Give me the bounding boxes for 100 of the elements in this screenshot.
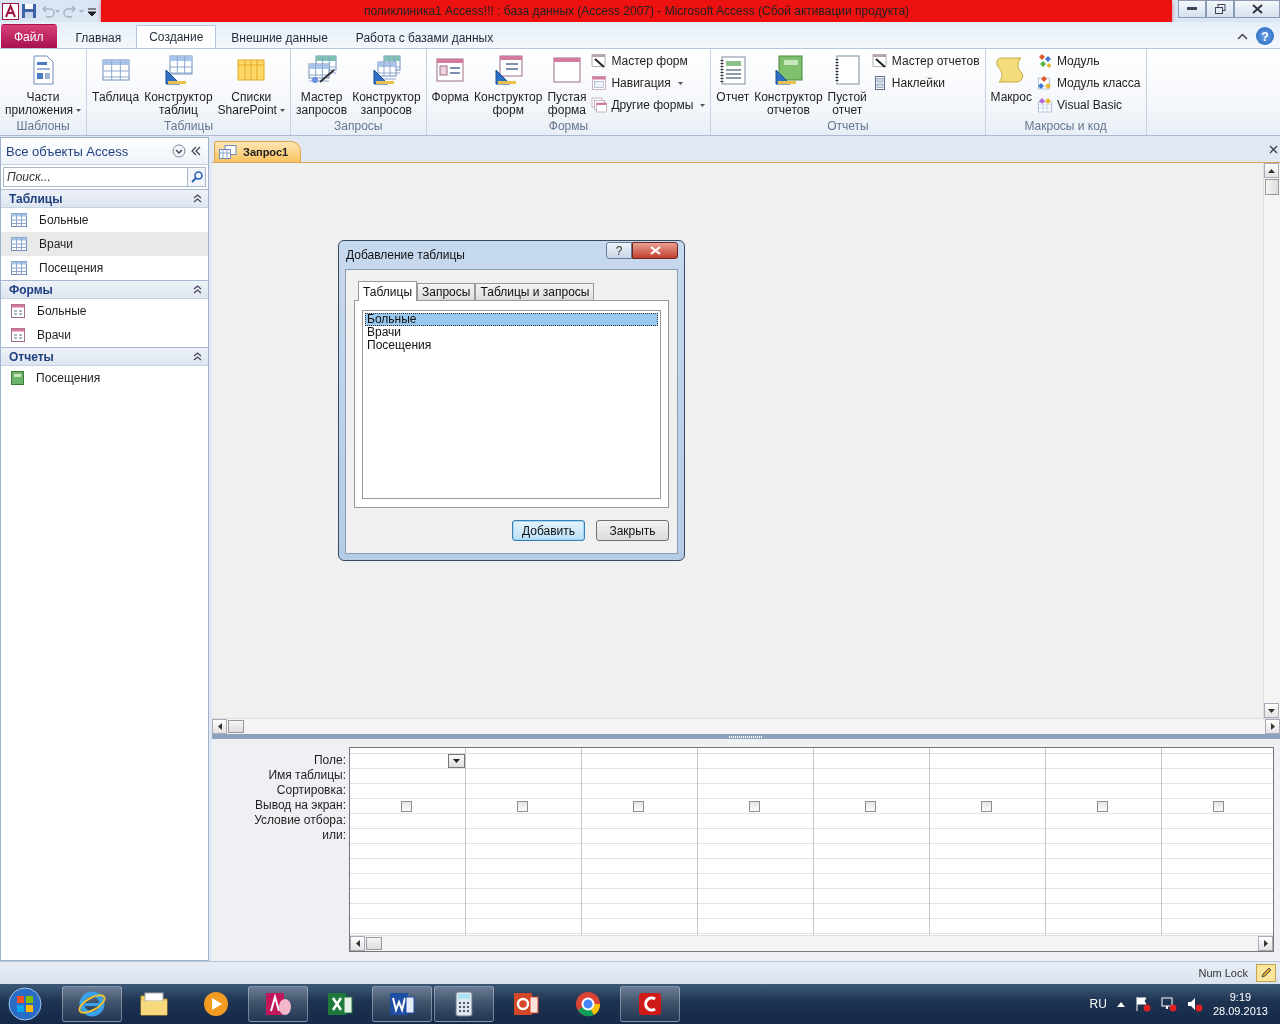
search-button[interactable]: [187, 167, 206, 187]
scroll-thumb[interactable]: [366, 937, 382, 950]
ribbon-button[interactable]: Конструктор форм: [472, 52, 545, 117]
network-icon[interactable]: [1160, 996, 1177, 1012]
ribbon-button[interactable]: Модуль: [1034, 52, 1143, 70]
round-browser-icon: [573, 989, 603, 1019]
ribbon-tab[interactable]: Создание: [136, 25, 217, 48]
checkbox[interactable]: [1097, 800, 1108, 812]
report-ruler-icon: [772, 54, 805, 86]
checkbox[interactable]: [749, 800, 760, 812]
restore-button[interactable]: [1206, 0, 1234, 18]
list-item[interactable]: Больные: [365, 313, 658, 326]
ribbon-button[interactable]: Списки SharePoint: [215, 52, 287, 117]
language-indicator[interactable]: RU: [1089, 997, 1107, 1011]
group-header[interactable]: Формы: [1, 280, 208, 299]
dropdown-button[interactable]: [448, 754, 465, 768]
browser-icon: [77, 989, 107, 1019]
ribbon-tab[interactable]: Внешние данные: [218, 26, 341, 48]
menu-button[interactable]: [170, 144, 188, 158]
checkbox[interactable]: [401, 800, 412, 812]
taskbar-button[interactable]: [248, 986, 308, 1022]
dialog-tab[interactable]: Таблицы и запросы: [475, 283, 595, 300]
save-icon[interactable]: [21, 3, 37, 19]
vertical-scrollbar[interactable]: [1263, 163, 1280, 718]
scroll-left-button[interactable]: [350, 936, 365, 951]
scroll-left-button[interactable]: [212, 719, 227, 734]
taskbar-button[interactable]: [62, 986, 122, 1022]
ribbon-button[interactable]: Навигация: [589, 74, 708, 92]
checkbox[interactable]: [1213, 800, 1224, 812]
help-button[interactable]: ?: [606, 242, 632, 259]
ribbon-button[interactable]: Visual Basic: [1034, 96, 1143, 114]
clock-date: 28.09.2013: [1212, 1004, 1268, 1018]
ribbon-button[interactable]: Пустой отчет: [825, 52, 869, 117]
view-button[interactable]: [1256, 964, 1276, 982]
group-label: Таблицы: [163, 119, 215, 135]
scroll-up-button[interactable]: [1264, 163, 1279, 178]
triangle-down-icon: [1268, 708, 1275, 713]
pencil-icon: [1260, 967, 1272, 979]
close-button[interactable]: [1234, 0, 1280, 18]
dialog-button[interactable]: Добавить: [512, 520, 585, 541]
row-label: Условие отбора:: [254, 813, 346, 828]
triangle-up-icon[interactable]: [1116, 1001, 1125, 1007]
caret-icon: [279, 109, 285, 113]
document-tab[interactable]: Запрос1: [214, 141, 302, 162]
ribbon-button[interactable]: Части приложения: [3, 52, 84, 117]
forms-stack-icon: [591, 97, 608, 113]
scroll-down-button[interactable]: [1264, 703, 1279, 718]
field-cell[interactable]: [350, 754, 465, 769]
checkbox[interactable]: [517, 800, 528, 812]
ribbon-button[interactable]: Наклейки: [869, 74, 982, 92]
group-header[interactable]: Отчеты: [1, 347, 208, 366]
app-icon[interactable]: [2, 2, 19, 20]
search-field[interactable]: Поиск...: [3, 167, 187, 187]
restore-icon: [1214, 4, 1226, 14]
speaker-icon[interactable]: [1186, 996, 1203, 1012]
group-header[interactable]: Таблицы: [1, 189, 208, 208]
list-item[interactable]: Посещения: [365, 339, 658, 352]
taskbar-button[interactable]: [434, 986, 494, 1022]
checkbox[interactable]: [633, 800, 644, 812]
ribbon-button[interactable]: Мастер форм: [589, 52, 708, 70]
checkbox[interactable]: [865, 800, 876, 812]
ribbon-button[interactable]: Другие формы: [589, 96, 708, 114]
scroll-right-button[interactable]: [1258, 936, 1273, 951]
ribbon-button[interactable]: Конструктор таблиц: [142, 52, 215, 117]
ribbon-button[interactable]: Модуль класса: [1034, 74, 1143, 92]
ribbon-button[interactable]: Конструктор запросов: [350, 52, 423, 117]
ribbon-button[interactable]: Макрос: [988, 52, 1034, 104]
list-item[interactable]: Врачи: [365, 326, 658, 339]
close-icon: [1251, 4, 1263, 14]
close-button[interactable]: [632, 242, 678, 259]
ribbon-button[interactable]: Конструктор отчетов: [752, 52, 825, 117]
close-document-button[interactable]: [1267, 145, 1280, 154]
table-ruler-icon: [162, 54, 195, 86]
ribbon-button[interactable]: Форма: [429, 52, 471, 104]
dialog-tab[interactable]: Запросы: [417, 283, 476, 300]
form-wand-icon: [871, 53, 888, 69]
scroll-thumb[interactable]: [1265, 179, 1279, 195]
ribbon-button[interactable]: Таблица: [90, 52, 142, 104]
ribbon-button[interactable]: Пустая форма: [545, 52, 589, 117]
collapse-ribbon-icon[interactable]: [1237, 32, 1248, 40]
checkbox[interactable]: [981, 800, 992, 812]
horizontal-scrollbar[interactable]: [350, 935, 1273, 951]
ribbon-tab[interactable]: Работа с базами данных: [342, 26, 507, 48]
scroll-right-button[interactable]: [1265, 719, 1280, 734]
ribbon-tab[interactable]: Файл: [1, 24, 57, 48]
taskbar-button[interactable]: [372, 986, 432, 1022]
flag-icon[interactable]: [1134, 996, 1151, 1012]
ribbon-button[interactable]: Отчет: [714, 52, 752, 104]
row-label: Сортировка:: [276, 783, 346, 798]
form-wand-icon: [591, 53, 608, 69]
nav-item[interactable]: Врачи: [1, 232, 208, 256]
ribbon-button[interactable]: Мастер запросов: [293, 52, 350, 117]
dialog-button[interactable]: Закрыть: [596, 520, 669, 541]
scroll-thumb[interactable]: [228, 720, 244, 733]
ribbon-button[interactable]: Мастер отчетов: [869, 52, 982, 70]
minimize-button[interactable]: [1178, 0, 1206, 18]
horizontal-scrollbar[interactable]: [212, 718, 1280, 734]
ribbon-tab[interactable]: Главная: [62, 26, 135, 48]
taskbar-button[interactable]: [620, 986, 680, 1022]
dialog-tab[interactable]: Таблицы: [358, 281, 417, 301]
